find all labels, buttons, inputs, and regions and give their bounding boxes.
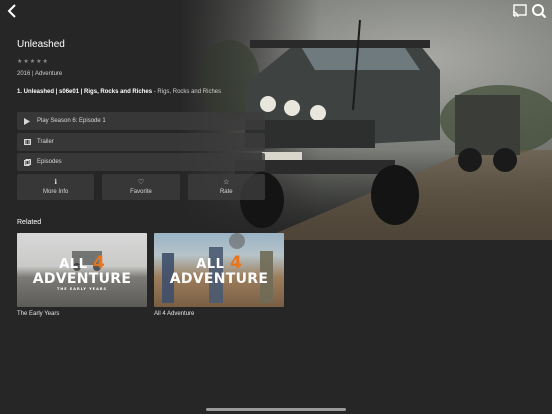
favorite-button[interactable]: ♡ Favorite bbox=[102, 174, 180, 200]
more-info-button[interactable]: ℹ More Info bbox=[17, 174, 95, 200]
episode-subtitle: - Rigs, Rocks and Riches bbox=[152, 89, 222, 95]
play-icon bbox=[24, 117, 34, 125]
play-button[interactable]: Play Season 6: Episode 1 bbox=[17, 112, 265, 130]
related-thumbnail: ALL 4 ADVENTURE bbox=[154, 233, 284, 307]
film-icon bbox=[24, 139, 34, 145]
episode-line: 1. Unleashed | s06e01 | Rigs, Rocks and … bbox=[17, 89, 221, 95]
related-heading: Related bbox=[17, 219, 42, 226]
play-label: Play Season 6: Episode 1 bbox=[37, 118, 106, 124]
info-icon: ℹ bbox=[54, 179, 57, 186]
top-bar bbox=[0, 0, 552, 22]
all-4-adventure-logo: ALL 4 ADVENTURE bbox=[169, 253, 269, 287]
favorite-label: Favorite bbox=[130, 189, 152, 195]
show-meta: 2016 | Adventure bbox=[17, 71, 63, 77]
rating-stars: ★★★★★ bbox=[17, 59, 49, 65]
episodes-label: Episodes bbox=[37, 159, 62, 165]
related-caption: The Early Years bbox=[17, 311, 60, 317]
more-info-label: More Info bbox=[42, 189, 69, 195]
copy-icon bbox=[24, 158, 34, 166]
show-title: Unleashed bbox=[17, 39, 65, 50]
chevron-left-icon[interactable] bbox=[4, 2, 22, 20]
star-icon: ☆ bbox=[223, 179, 230, 186]
cast-icon[interactable] bbox=[512, 4, 528, 18]
all-4-adventure-logo: ALL 4 ADVENTURE THE EARLY YEARS bbox=[32, 253, 132, 291]
rate-button[interactable]: ☆ Rate bbox=[187, 174, 265, 200]
search-icon[interactable] bbox=[531, 3, 547, 19]
action-tiles: ℹ More Info ♡ Favorite ☆ Rate bbox=[17, 174, 265, 200]
related-caption: All 4 Adventure bbox=[154, 311, 195, 317]
episodes-button[interactable]: Episodes bbox=[17, 153, 265, 171]
rate-label: Rate bbox=[219, 189, 233, 195]
trailer-label: Trailer bbox=[37, 139, 54, 145]
trailer-button[interactable]: Trailer bbox=[17, 133, 265, 151]
heart-icon: ♡ bbox=[137, 179, 145, 186]
related-card[interactable]: ALL 4 ADVENTURE THE EARLY YEARS The Earl… bbox=[17, 233, 147, 317]
home-indicator[interactable] bbox=[206, 408, 346, 411]
related-thumbnail: ALL 4 ADVENTURE THE EARLY YEARS bbox=[17, 233, 147, 307]
related-card[interactable]: ALL 4 ADVENTURE All 4 Adventure bbox=[154, 233, 284, 317]
episode-title: 1. Unleashed | s06e01 | Rigs, Rocks and … bbox=[17, 89, 153, 95]
